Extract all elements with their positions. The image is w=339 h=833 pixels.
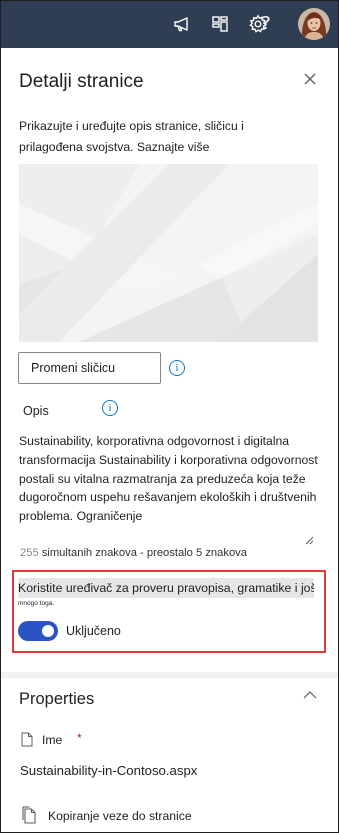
chevron-up-icon[interactable]: [302, 688, 318, 700]
properties-title: Properties: [19, 690, 95, 708]
close-icon[interactable]: [301, 70, 319, 88]
thumbnail-info-icon[interactable]: i: [169, 360, 185, 376]
document-icon: [21, 732, 33, 747]
description-text: Prikazujte i uređujte opis stranice, sli…: [19, 119, 244, 154]
description-info-icon[interactable]: i: [102, 400, 118, 416]
page-thumbnail: [19, 164, 318, 342]
suite-header: ?: [1, 1, 338, 48]
spellcheck-text: Koristite uređivač za proveru pravopisa,…: [18, 578, 314, 598]
required-mark: *: [77, 731, 82, 745]
change-thumbnail-button[interactable]: Promeni sličicu: [18, 352, 161, 384]
copy-link-icon[interactable]: [22, 806, 38, 825]
name-label: Ime: [42, 733, 63, 747]
description-label: Opis: [23, 404, 49, 418]
section-divider: [1, 672, 338, 678]
spellcheck-text-small: mnogo toga.: [18, 600, 55, 607]
file-name-value[interactable]: Sustainability-in-Contoso.aspx: [20, 763, 197, 778]
apps-switch-icon[interactable]: [205, 9, 235, 39]
resize-grip-icon[interactable]: [305, 532, 314, 545]
panel-description: Prikazujte i uređujte opis stranice, sli…: [19, 116, 289, 158]
char-count-text: simultanih znakova - preostalo 5 znakova: [41, 547, 247, 559]
help-glyph: ?: [261, 13, 271, 34]
toggle-label: Uključeno: [66, 624, 121, 638]
toggle-knob: [42, 625, 54, 637]
char-count: 255: [20, 547, 39, 559]
spellcheck-toggle[interactable]: [18, 621, 58, 641]
description-field[interactable]: Sustainability, korporativna odgovornost…: [19, 432, 319, 544]
learn-more-link[interactable]: Saznajte više: [137, 140, 210, 154]
copy-link-button[interactable]: Kopiranje veze do stranice: [48, 809, 192, 823]
avatar[interactable]: [298, 8, 330, 40]
help-icon[interactable]: ?: [251, 9, 281, 39]
megaphone-icon[interactable]: [168, 9, 198, 39]
panel-title: Detalji stranice: [19, 71, 144, 92]
char-counter: 255 simultanih znakova - preostalo 5 zna…: [20, 547, 247, 559]
